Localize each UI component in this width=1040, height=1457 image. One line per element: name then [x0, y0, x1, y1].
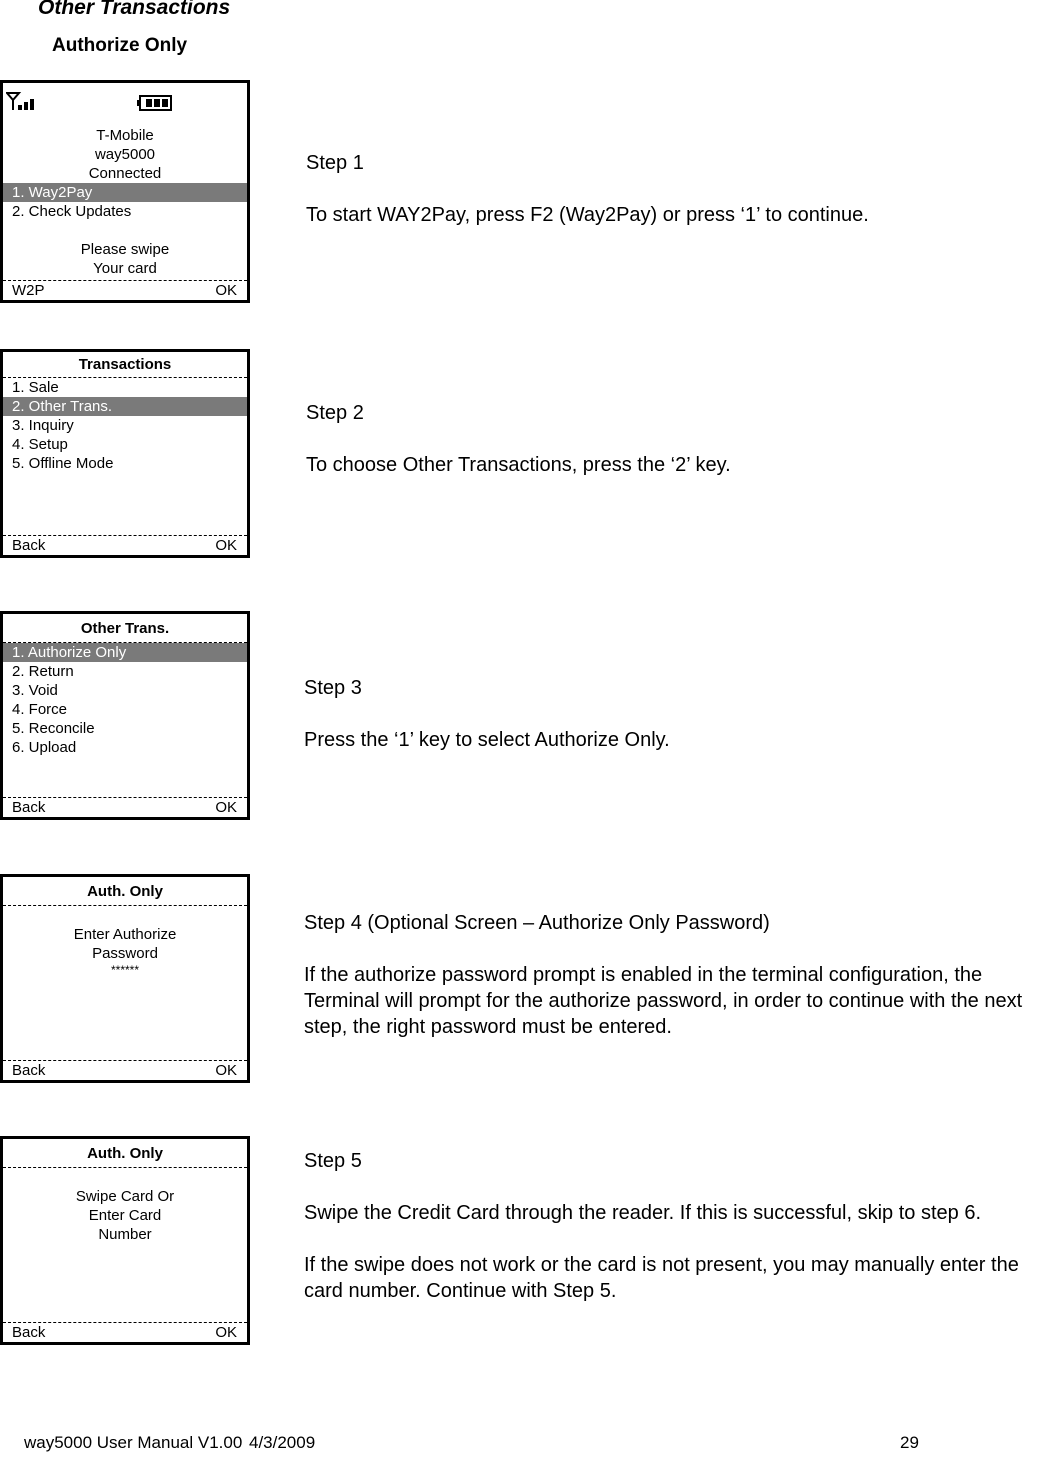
softkey-bar: Back OK	[3, 797, 247, 817]
step-heading: Step 5	[304, 1150, 362, 1172]
footer-page-number: 29	[900, 1433, 919, 1452]
softkey-w2p[interactable]: W2P	[12, 281, 45, 301]
step-4: Step 4 (Optional Screen – Authorize Only…	[304, 910, 1040, 1040]
screen-body: Enter Authorize Password ******	[3, 906, 247, 977]
terminal-screen-idle: T-Mobile way5000 Connected 1. Way2Pay 2.…	[0, 80, 250, 303]
step-heading: Step 1	[306, 152, 364, 174]
menu-item-setup[interactable]: 4. Setup	[3, 435, 247, 454]
terminal-screen-transactions: Transactions 1. Sale 2. Other Trans. 3. …	[0, 349, 250, 558]
softkey-ok[interactable]: OK	[215, 1061, 237, 1081]
swipe-prompt-line-1: Please swipe	[80, 241, 170, 258]
menu-item-force[interactable]: 4. Force	[3, 700, 247, 719]
battery-icon	[137, 95, 172, 111]
menu-item-sale[interactable]: 1. Sale	[3, 378, 247, 397]
terminal-screen-auth-password: Auth. Only Enter Authorize Password ****…	[0, 874, 250, 1083]
swipe-prompt-line-1: Swipe Card Or	[75, 1188, 175, 1205]
step-heading: Step 2	[306, 402, 364, 424]
footer-date: 4/3/2009	[249, 1433, 316, 1452]
section-title: Other Transactions	[38, 0, 231, 19]
menu-item-reconcile[interactable]: 5. Reconcile	[3, 719, 247, 738]
step-heading: Step 3	[304, 677, 362, 699]
screen-title: Transactions	[3, 352, 247, 378]
softkey-back[interactable]: Back	[12, 1061, 45, 1081]
swipe-prompt-line-2: Enter Card	[88, 1207, 162, 1224]
step-text: To start WAY2Pay, press F2 (Way2Pay) or …	[306, 204, 869, 226]
softkey-back[interactable]: Back	[12, 536, 45, 556]
swipe-prompt-line-2: Your card	[93, 260, 157, 277]
softkey-back[interactable]: Back	[12, 798, 45, 818]
screen-body: T-Mobile way5000 Connected 1. Way2Pay 2.…	[3, 113, 247, 278]
menu-item-other-trans[interactable]: 2. Other Trans.	[3, 397, 247, 416]
screen-body: Swipe Card Or Enter Card Number	[3, 1168, 247, 1244]
menu-item-way2pay[interactable]: 1. Way2Pay	[3, 183, 247, 202]
screen-title: Other Trans.	[3, 614, 247, 643]
step-3: Step 3 Press the ‘1’ key to select Autho…	[304, 675, 670, 753]
password-prompt-line-2: Password	[92, 945, 158, 962]
screen-title: Auth. Only	[3, 1139, 247, 1168]
status-bar	[3, 83, 247, 113]
terminal-screen-other-trans: Other Trans. 1. Authorize Only 2. Return…	[0, 611, 250, 820]
menu-item-check-updates[interactable]: 2. Check Updates	[3, 202, 247, 221]
password-input[interactable]: ******	[3, 963, 247, 977]
footer-doc-name: way5000 User Manual V1.00	[24, 1433, 243, 1452]
softkey-ok[interactable]: OK	[215, 798, 237, 818]
softkey-back[interactable]: Back	[12, 1323, 45, 1343]
carrier-name: T-Mobile	[96, 127, 154, 144]
password-prompt-line-1: Enter Authorize	[73, 926, 177, 943]
screen-body: 1. Authorize Only 2. Return 3. Void 4. F…	[3, 643, 247, 757]
screen-title: Auth. Only	[3, 877, 247, 906]
menu-item-upload[interactable]: 6. Upload	[3, 738, 247, 757]
subsection-title: Authorize Only	[52, 35, 188, 56]
softkey-ok[interactable]: OK	[215, 536, 237, 556]
step-text: If the authorize password prompt is enab…	[304, 964, 1023, 1038]
step-1: Step 1 To start WAY2Pay, press F2 (Way2P…	[306, 150, 869, 228]
step-text: To choose Other Transactions, press the …	[306, 454, 731, 476]
swipe-prompt-line-3: Number	[98, 1226, 152, 1243]
softkey-ok[interactable]: OK	[215, 281, 237, 301]
softkey-ok[interactable]: OK	[215, 1323, 237, 1343]
menu-item-inquiry[interactable]: 3. Inquiry	[3, 416, 247, 435]
softkey-bar: Back OK	[3, 1060, 247, 1080]
device-name: way5000	[94, 146, 156, 163]
signal-antenna-icon	[6, 92, 34, 110]
step-5: Step 5 Swipe the Credit Card through the…	[304, 1148, 1034, 1304]
connection-status: Connected	[88, 165, 162, 182]
step-heading: Step 4 (Optional Screen – Authorize Only…	[304, 912, 770, 934]
softkey-bar: Back OK	[3, 1322, 247, 1342]
menu-item-return[interactable]: 2. Return	[3, 662, 247, 681]
softkey-bar: Back OK	[3, 535, 247, 555]
menu-item-void[interactable]: 3. Void	[3, 681, 247, 700]
step-2: Step 2 To choose Other Transactions, pre…	[306, 400, 731, 478]
terminal-screen-swipe-card: Auth. Only Swipe Card Or Enter Card Numb…	[0, 1136, 250, 1345]
softkey-bar: W2P OK	[3, 280, 247, 300]
menu-item-offline-mode[interactable]: 5. Offline Mode	[3, 454, 247, 473]
menu-item-authorize-only[interactable]: 1. Authorize Only	[3, 643, 247, 662]
screen-body: 1. Sale 2. Other Trans. 3. Inquiry 4. Se…	[3, 378, 247, 473]
step-text: If the swipe does not work or the card i…	[304, 1254, 1019, 1302]
step-text: Swipe the Credit Card through the reader…	[304, 1202, 982, 1224]
step-text: Press the ‘1’ key to select Authorize On…	[304, 729, 670, 751]
